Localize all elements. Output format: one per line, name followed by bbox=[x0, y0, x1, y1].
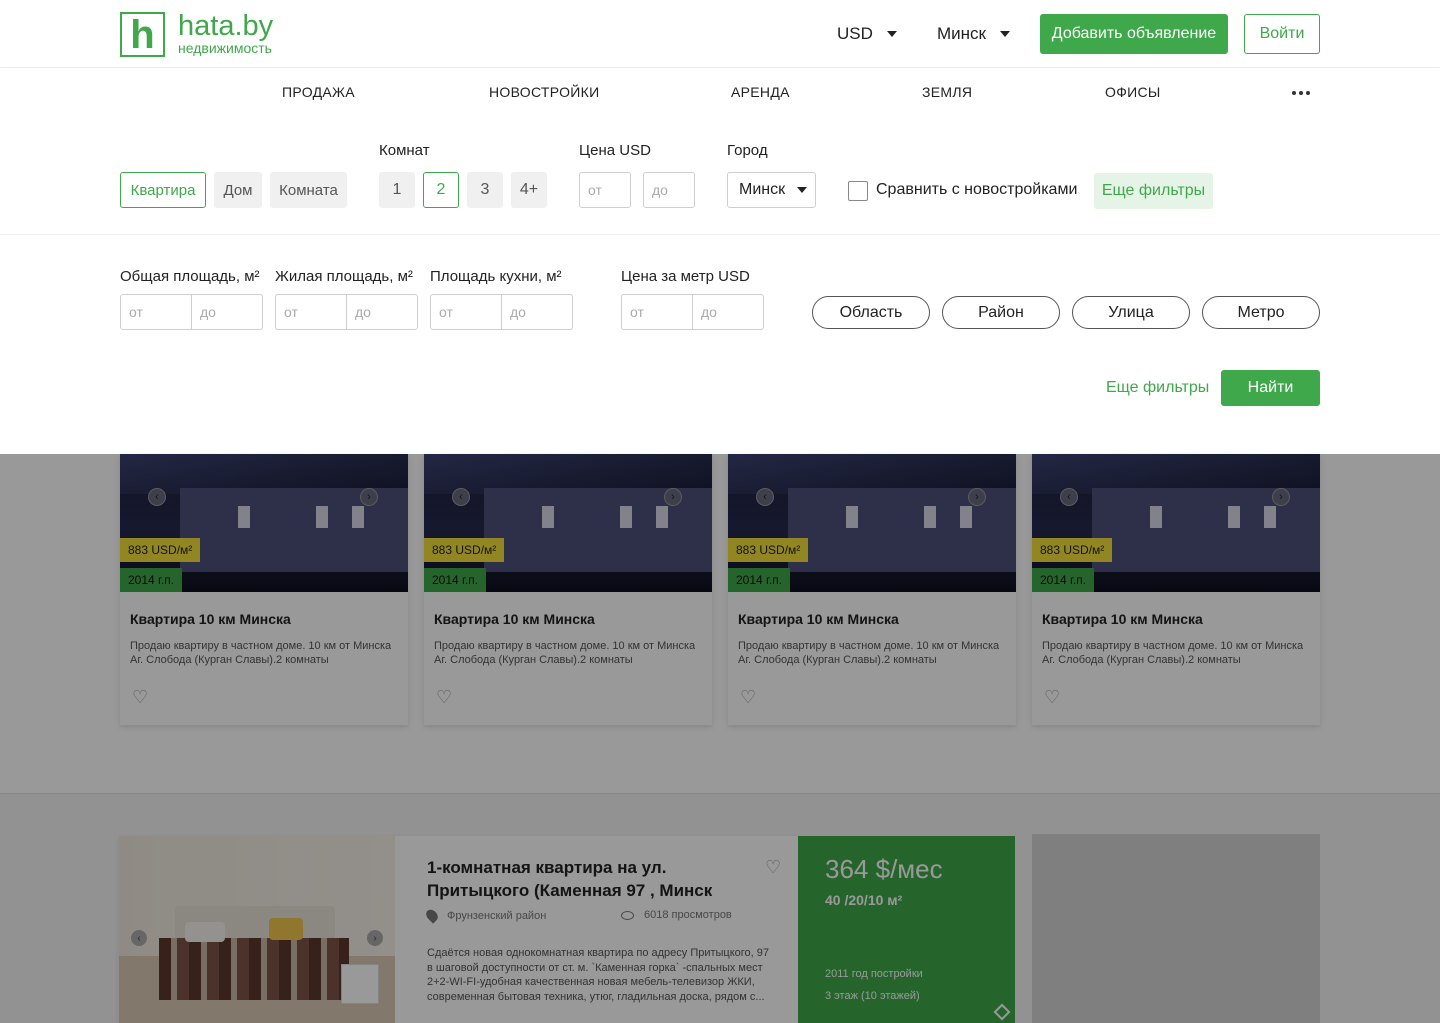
metro-pill[interactable]: Метро bbox=[1202, 296, 1320, 329]
rooms-3-button[interactable]: 3 bbox=[467, 172, 503, 208]
district-pill[interactable]: Район bbox=[942, 296, 1060, 329]
chevron-down-icon bbox=[999, 31, 1010, 37]
kitchen-area-label: Площадь кухни, м² bbox=[430, 268, 562, 285]
more-filters-button[interactable]: Еще фильтры bbox=[1094, 173, 1213, 209]
rooms-4plus-button[interactable]: 4+ bbox=[511, 172, 547, 208]
living-area-from-input[interactable]: от bbox=[276, 295, 347, 329]
add-listing-button[interactable]: Добавить объявление bbox=[1040, 14, 1228, 54]
city-select[interactable]: Минск bbox=[727, 172, 816, 208]
price-to-input[interactable]: до bbox=[643, 172, 695, 208]
logo-mark: h bbox=[120, 12, 165, 57]
divider bbox=[0, 234, 1440, 235]
kitchen-area-to-input[interactable]: до bbox=[502, 295, 572, 329]
kitchen-area-from-input[interactable]: от bbox=[431, 295, 502, 329]
nav-item-rent[interactable]: АРЕНДА bbox=[731, 84, 790, 100]
city-label: Город bbox=[727, 142, 768, 159]
chevron-down-icon bbox=[797, 187, 808, 193]
currency-value: USD bbox=[837, 24, 873, 43]
living-area-label: Жилая площадь, м² bbox=[275, 268, 413, 285]
logo-subtitle: недвижимость bbox=[178, 40, 272, 56]
nav-item-land[interactable]: ЗЕМЛЯ bbox=[922, 84, 972, 100]
rooms-1-button[interactable]: 1 bbox=[379, 172, 415, 208]
rooms-label: Комнат bbox=[379, 142, 430, 159]
total-area-to-input[interactable]: до bbox=[192, 295, 262, 329]
search-filters: Квартира Дом Комната Комнат 1 2 3 4+ Цен… bbox=[0, 117, 1440, 454]
price-per-meter-label: Цена за метр USD bbox=[621, 268, 750, 285]
header: h hata.by недвижимость USD Минск Добавит… bbox=[0, 0, 1440, 68]
compare-label: Сравнить с новостройками bbox=[876, 181, 1078, 198]
city-select-header[interactable]: Минск bbox=[937, 24, 1010, 44]
region-pill[interactable]: Область bbox=[812, 296, 930, 329]
compare-checkbox[interactable] bbox=[848, 181, 868, 201]
logo-name: hata.by bbox=[178, 10, 274, 42]
living-area-range: от до bbox=[275, 294, 418, 330]
dim-overlay[interactable] bbox=[0, 454, 1440, 1023]
nav-item-offices[interactable]: ОФИСЫ bbox=[1105, 84, 1161, 100]
type-house-button[interactable]: Дом bbox=[214, 172, 262, 208]
living-area-to-input[interactable]: до bbox=[347, 295, 417, 329]
rooms-2-button[interactable]: 2 bbox=[423, 172, 459, 208]
kitchen-area-range: от до bbox=[430, 294, 573, 330]
currency-select[interactable]: USD bbox=[837, 24, 897, 44]
logo[interactable]: h hata.by недвижимость bbox=[120, 12, 273, 57]
find-button[interactable]: Найти bbox=[1221, 370, 1320, 406]
city-value: Минск bbox=[937, 24, 986, 43]
price-label: Цена USD bbox=[579, 142, 651, 159]
type-apartment-button[interactable]: Квартира bbox=[120, 172, 206, 208]
street-pill[interactable]: Улица bbox=[1072, 296, 1190, 329]
nav-item-new-buildings[interactable]: НОВОСТРОЙКИ bbox=[489, 84, 599, 100]
page: h hata.by недвижимость USD Минск Добавит… bbox=[0, 0, 1440, 1023]
total-area-label: Общая площадь, м² bbox=[120, 268, 260, 285]
price-from-input[interactable]: от bbox=[579, 172, 631, 208]
type-room-button[interactable]: Комната bbox=[270, 172, 347, 208]
price-per-meter-from-input[interactable]: от bbox=[622, 295, 693, 329]
price-per-meter-range: от до bbox=[621, 294, 764, 330]
chevron-down-icon bbox=[886, 31, 897, 37]
login-button[interactable]: Войти bbox=[1244, 14, 1320, 54]
nav-item-sale[interactable]: ПРОДАЖА bbox=[282, 84, 355, 100]
total-area-from-input[interactable]: от bbox=[121, 295, 192, 329]
more-filters-link[interactable]: Еще фильтры bbox=[1106, 379, 1209, 397]
total-area-range: от до bbox=[120, 294, 263, 330]
more-menu-icon[interactable] bbox=[1292, 91, 1310, 95]
price-per-meter-to-input[interactable]: до bbox=[693, 295, 763, 329]
city-select-value: Минск bbox=[739, 181, 786, 198]
main-nav: ПРОДАЖА НОВОСТРОЙКИ АРЕНДА ЗЕМЛЯ ОФИСЫ bbox=[0, 68, 1440, 117]
